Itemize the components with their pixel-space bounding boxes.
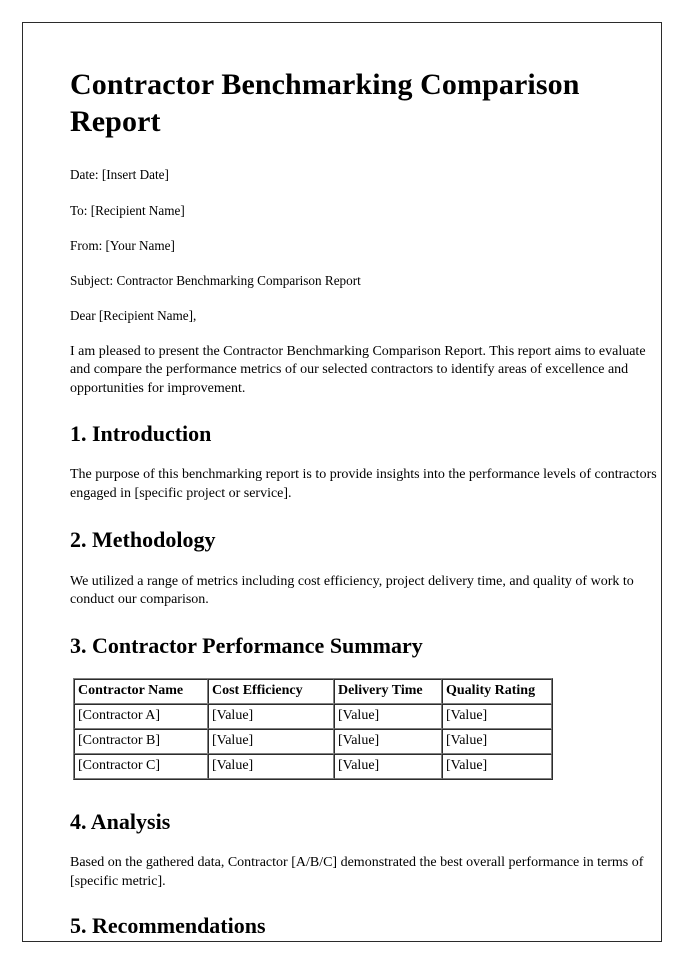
cell-contractor-name: [Contractor A] [74, 704, 208, 729]
cell-cost-efficiency: [Value] [208, 728, 334, 754]
cell-quality-rating: [Value] [442, 704, 552, 729]
cell-quality-rating: [Value] [442, 753, 552, 779]
page-title: Contractor Benchmarking Comparison Repor… [70, 68, 580, 138]
table-spacer [70, 780, 660, 809]
section-body-introduction: The purpose of this benchmarking report … [70, 466, 657, 501]
section-heading-performance-summary: 3. Contractor Performance Summary [70, 632, 423, 658]
cell-delivery-time: [Value] [334, 704, 442, 729]
cell-delivery-time: [Value] [334, 753, 442, 779]
section-heading-recommendations: 5. Recommendations [70, 913, 266, 939]
intro-paragraph: I am pleased to present the Contractor B… [70, 343, 646, 396]
meta-sender: From: [Your Name] [70, 237, 175, 253]
section-body-analysis: Based on the gathered data, Contractor [… [70, 855, 644, 889]
cell-delivery-time: [Value] [334, 728, 442, 754]
table-body: [Contractor A] [Value] [Value] [Value] [… [74, 704, 552, 779]
meta-recipient: To: [Recipient Name] [70, 202, 185, 218]
document-page: Contractor Benchmarking Comparison Repor… [22, 22, 662, 942]
table-header-row: Contractor Name Cost Efficiency Delivery… [74, 679, 552, 705]
meta-subject: Subject: Contractor Benchmarking Compari… [70, 273, 361, 289]
cell-quality-rating: [Value] [442, 728, 552, 754]
section-heading-methodology: 2. Methodology [70, 527, 216, 553]
column-header-contractor-name: Contractor Name [74, 679, 208, 705]
table-row: [Contractor B] [Value] [Value] [Value] [74, 728, 552, 754]
section-body-methodology: We utilized a range of metrics including… [70, 573, 634, 608]
cell-cost-efficiency: [Value] [208, 704, 334, 729]
table-row: [Contractor C] [Value] [Value] [Value] [74, 753, 552, 779]
contractor-performance-table: Contractor Name Cost Efficiency Delivery… [73, 678, 553, 780]
meta-date: Date: [Insert Date] [70, 167, 169, 183]
cell-contractor-name: [Contractor B] [74, 728, 208, 754]
cell-contractor-name: [Contractor C] [74, 753, 208, 779]
column-header-delivery-time: Delivery Time [334, 679, 442, 705]
column-header-cost-efficiency: Cost Efficiency [208, 679, 334, 705]
meta-salutation: Dear [Recipient Name], [70, 308, 197, 324]
table-header: Contractor Name Cost Efficiency Delivery… [74, 679, 552, 705]
section-heading-analysis: 4. Analysis [70, 808, 171, 834]
table-row: [Contractor A] [Value] [Value] [Value] [74, 704, 552, 729]
document-body: Contractor Benchmarking Comparison Repor… [70, 67, 660, 959]
column-header-quality-rating: Quality Rating [442, 679, 552, 705]
cell-cost-efficiency: [Value] [208, 753, 334, 779]
section-heading-introduction: 1. Introduction [70, 420, 212, 446]
